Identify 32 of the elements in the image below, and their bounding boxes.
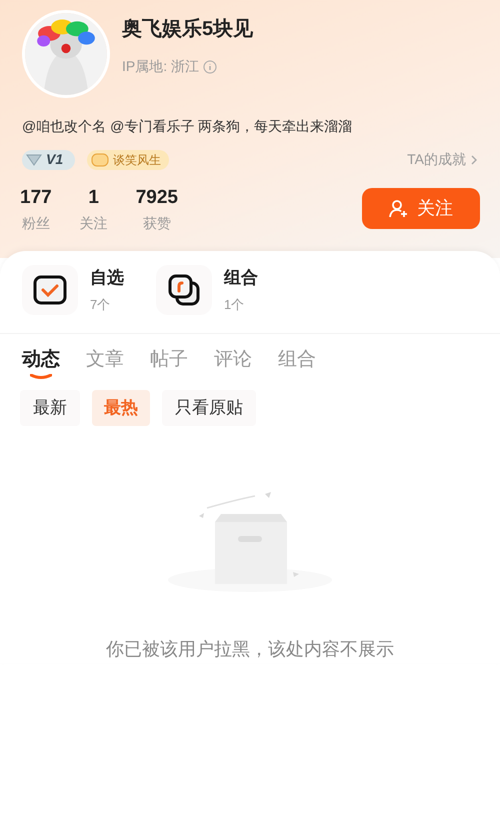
- stat-value: 7925: [136, 186, 178, 210]
- collection-title: 组合: [224, 267, 259, 289]
- stat-value: 177: [20, 186, 52, 210]
- info-icon[interactable]: [203, 60, 218, 74]
- add-user-icon: [389, 198, 409, 219]
- collection-title: 自选: [90, 267, 125, 289]
- stat-value: 1: [88, 186, 99, 210]
- ip-location: IP属地: 浙江: [122, 57, 200, 76]
- level-badge: V1: [22, 150, 76, 170]
- chevron-right-icon: [470, 154, 478, 166]
- stat-label: 粉丝: [22, 214, 50, 232]
- tab[interactable]: 文章: [86, 346, 124, 374]
- follow-button[interactable]: 关注: [362, 188, 480, 230]
- collection-count: 1个: [224, 296, 246, 314]
- filter-chip[interactable]: 只看原贴: [162, 390, 256, 426]
- tab[interactable]: 组合: [278, 346, 316, 374]
- medal-badge: 谈笑风生: [87, 150, 170, 170]
- stat-label: 关注: [80, 214, 108, 232]
- tab[interactable]: 动态: [22, 346, 60, 374]
- overlapping-squares-icon: [167, 272, 201, 306]
- user-name: 奥飞娱乐5块见: [122, 16, 254, 42]
- tab[interactable]: 帖子: [150, 346, 188, 374]
- filter-chip[interactable]: 最热: [92, 390, 150, 426]
- collection-count: 7个: [90, 296, 112, 314]
- achievements-link[interactable]: TA的成就: [407, 149, 478, 170]
- tab[interactable]: 评论: [214, 346, 252, 374]
- checkbox-icon: [33, 274, 67, 304]
- stat-label: 获赞: [142, 214, 171, 232]
- empty-message: 你已被该用户拉黑，该处内容不展示: [106, 638, 394, 661]
- filter-chip[interactable]: 最新: [20, 390, 80, 426]
- bio-text: @咱也改个名 @专门看乐子 两条狗，每天牵出来溜溜: [21, 117, 354, 136]
- tab-indicator: [30, 374, 52, 380]
